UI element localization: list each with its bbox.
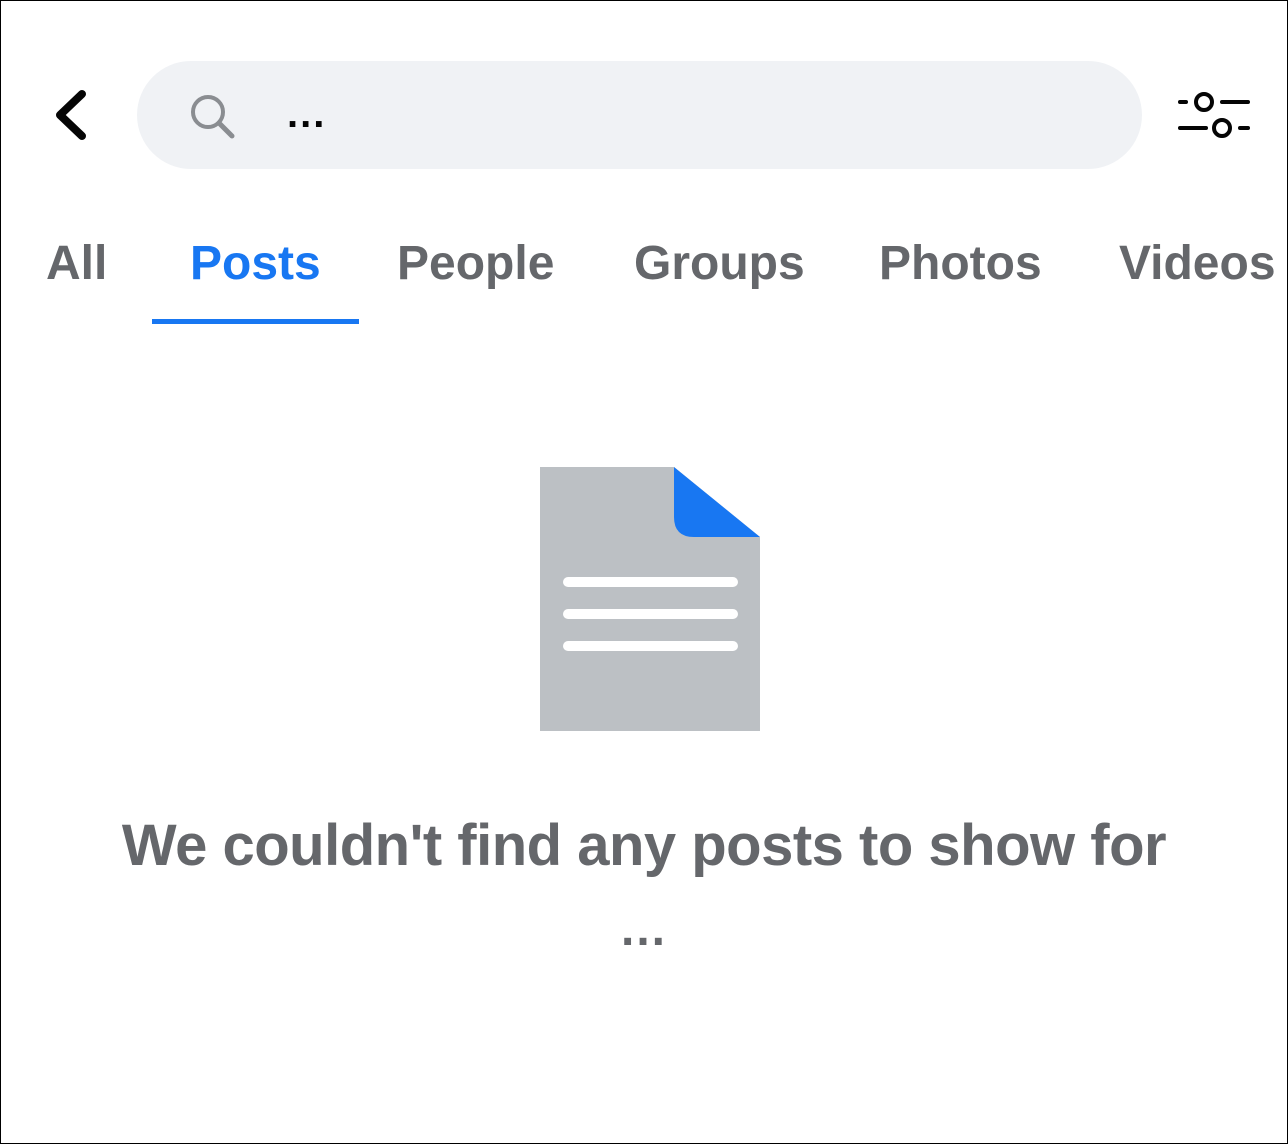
- empty-state-query: ...: [620, 903, 667, 956]
- empty-state-title: We couldn't find any posts to show for: [121, 813, 1167, 878]
- sliders-icon: [1178, 92, 1250, 138]
- tab-posts[interactable]: Posts: [190, 234, 321, 294]
- filter-button[interactable]: [1172, 86, 1256, 144]
- search-bar[interactable]: ...: [137, 61, 1142, 169]
- tab-all[interactable]: All: [46, 234, 107, 294]
- active-tab-indicator: [152, 319, 359, 324]
- chevron-left-icon: [56, 90, 86, 140]
- search-icon: [191, 95, 235, 139]
- tab-photos[interactable]: Photos: [879, 234, 1042, 294]
- search-input[interactable]: ...: [287, 89, 326, 139]
- back-button[interactable]: [50, 86, 94, 144]
- search-tabs: All Posts People Groups Photos Videos: [0, 220, 1288, 330]
- tab-groups[interactable]: Groups: [634, 234, 805, 294]
- document-icon: [540, 467, 760, 731]
- tab-videos[interactable]: Videos: [1119, 234, 1276, 294]
- tab-people[interactable]: People: [397, 234, 554, 294]
